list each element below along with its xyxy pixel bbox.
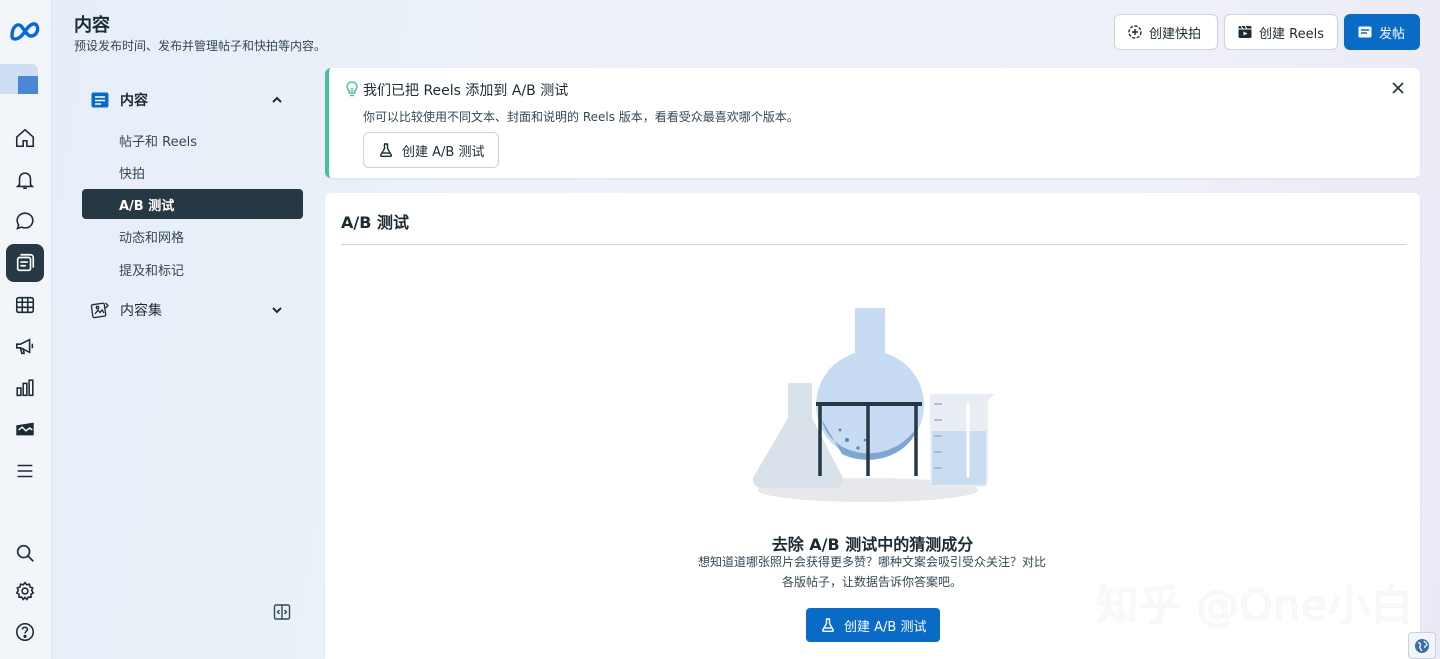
- story-plus-icon: [1128, 25, 1142, 39]
- post-icon: [1358, 26, 1372, 38]
- planner-button[interactable]: [6, 286, 44, 324]
- create-story-button[interactable]: 创建快拍: [1114, 14, 1218, 50]
- megaphone-icon: [15, 338, 34, 355]
- left-rail: [0, 0, 52, 659]
- collection-icon: [90, 302, 109, 319]
- lab-flasks-illustration: [752, 308, 995, 502]
- chevron-down-icon: [272, 307, 282, 314]
- tools-button[interactable]: [6, 410, 44, 448]
- banner-create-ab-test-button[interactable]: 创建 A/B 测试: [363, 132, 500, 168]
- bell-icon: [15, 172, 35, 190]
- card-title: A/B 测试: [341, 213, 409, 232]
- meta-logo[interactable]: [9, 20, 43, 42]
- watermark: 知乎 @One小白: [1096, 581, 1414, 630]
- help-icon: [15, 622, 35, 642]
- create-reels-button[interactable]: 创建 Reels: [1224, 14, 1338, 50]
- create-ab-test-label: 创建 A/B 测试: [844, 619, 927, 635]
- all-tools-button[interactable]: [6, 452, 44, 490]
- insights-button[interactable]: [6, 369, 44, 407]
- home-icon: [15, 128, 35, 148]
- globe-icon: [1415, 638, 1429, 653]
- notifications-button[interactable]: [6, 161, 44, 199]
- search-button[interactable]: [6, 534, 44, 572]
- nav-section-collections-label: 内容集: [120, 303, 162, 319]
- post-label: 发帖: [1379, 26, 1406, 42]
- sidebar-item-feed-grid[interactable]: 动态和网格: [82, 221, 303, 251]
- table-icon: [15, 296, 35, 314]
- content-button[interactable]: [6, 244, 44, 282]
- gear-icon: [15, 581, 35, 601]
- flask-icon: [822, 618, 834, 632]
- briefcase-icon: [16, 422, 34, 436]
- language-button[interactable]: [1408, 632, 1436, 659]
- card-divider: [341, 244, 1406, 245]
- create-reels-label: 创建 Reels: [1259, 26, 1324, 42]
- search-icon: [16, 544, 34, 562]
- help-button[interactable]: [6, 613, 44, 651]
- account-switcher[interactable]: [0, 64, 38, 94]
- sidebar-item-mentions-tags[interactable]: 提及和标记: [82, 254, 303, 284]
- flask-icon: [380, 143, 392, 157]
- sidebar-item-stories[interactable]: 快拍: [82, 157, 303, 187]
- page-title: 内容: [74, 15, 110, 36]
- page-subtitle: 预设发布时间、发布并管理帖子和快拍等内容。: [74, 39, 327, 53]
- lightbulb-icon: [346, 81, 358, 97]
- content-list-icon: [91, 92, 109, 108]
- collapse-sidebar-icon[interactable]: [272, 602, 292, 622]
- content-icon: [16, 253, 35, 272]
- nav-section-content-label: 内容: [120, 93, 148, 109]
- inbox-button[interactable]: [6, 202, 44, 240]
- create-story-label: 创建快拍: [1149, 26, 1202, 42]
- menu-icon: [17, 464, 33, 478]
- empty-state-description-line-1: 想知道道哪张照片会获得更多赞？哪种文案会吸引受众关注？对比: [697, 555, 1046, 569]
- chat-icon: [16, 212, 34, 230]
- close-icon[interactable]: [1390, 80, 1406, 96]
- reels-icon: [1238, 25, 1252, 38]
- chevron-up-icon: [272, 96, 282, 103]
- banner-title: 我们已把 Reels 添加到 A/B 测试: [363, 83, 569, 99]
- empty-state-description-line-2: 各版帖子，让数据告诉你答案吧。: [781, 575, 962, 589]
- sidebar-item-posts-reels[interactable]: 帖子和 Reels: [82, 125, 303, 155]
- banner-create-ab-test-label: 创建 A/B 测试: [402, 144, 485, 160]
- ads-button[interactable]: [6, 327, 44, 365]
- home-button[interactable]: [6, 119, 44, 157]
- settings-button[interactable]: [6, 572, 44, 610]
- sidebar-item-ab-test[interactable]: A/B 测试: [82, 189, 303, 219]
- empty-state-description: 想知道道哪张照片会获得更多赞？哪种文案会吸引受众关注？对比 各版帖子，让数据告诉…: [682, 552, 1062, 592]
- nav-section-content[interactable]: 内容: [82, 82, 303, 118]
- reels-ab-banner: 我们已把 Reels 添加到 A/B 测试 你可以比较使用不同文本、封面和说明的…: [325, 68, 1420, 178]
- banner-description: 你可以比较使用不同文本、封面和说明的 Reels 版本，看看受众最喜欢哪个版本。: [363, 110, 799, 124]
- post-button[interactable]: 发帖: [1344, 14, 1420, 50]
- bar-chart-icon: [16, 379, 34, 397]
- create-ab-test-button[interactable]: 创建 A/B 测试: [806, 608, 941, 642]
- nav-section-collections[interactable]: 内容集: [82, 292, 303, 328]
